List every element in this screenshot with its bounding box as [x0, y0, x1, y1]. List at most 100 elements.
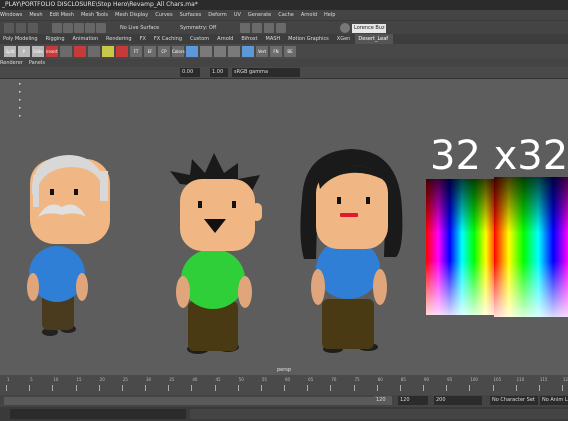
- time-tick-label: 85: [400, 377, 406, 382]
- character-long-hair-girl[interactable]: [300, 149, 403, 353]
- texture-label: 32 x32: [430, 133, 568, 179]
- color-space-dropdown[interactable]: sRGB gamma: [232, 68, 300, 77]
- shelf-button[interactable]: [228, 46, 240, 57]
- shelf-button-label: FN: [273, 49, 279, 54]
- time-tick: [121, 385, 123, 391]
- menu-item[interactable]: Mesh: [29, 12, 42, 18]
- menu-item[interactable]: Cache: [278, 12, 294, 18]
- range-end-field[interactable]: 120: [398, 396, 428, 405]
- time-tick: [284, 385, 285, 391]
- shelf-tab[interactable]: Desert_Leaf: [355, 34, 394, 44]
- snap-view-icon[interactable]: [85, 23, 95, 33]
- color-texture-plane[interactable]: [426, 177, 568, 317]
- shelf-tab[interactable]: Rendering: [103, 34, 137, 44]
- time-tick: [237, 385, 239, 391]
- time-tick-label: 5: [30, 377, 33, 382]
- menu-item[interactable]: Help: [324, 12, 335, 18]
- render-icon[interactable]: [240, 23, 250, 33]
- menu-item[interactable]: Deform: [208, 12, 227, 18]
- time-tick-label: 80: [377, 377, 383, 382]
- anim-layer-dropdown[interactable]: No Anim Layer: [540, 396, 568, 405]
- menu-item[interactable]: Edit Mesh: [50, 12, 74, 18]
- shelf-tab[interactable]: Custom: [187, 34, 214, 44]
- time-tick: [214, 385, 216, 391]
- time-tick-label: 1: [7, 377, 10, 382]
- panel-menu-item[interactable]: Renderer: [0, 60, 23, 66]
- menu-item[interactable]: Mesh Display: [115, 12, 148, 18]
- camera-label: persp: [277, 367, 291, 373]
- snap-surface-icon[interactable]: [96, 23, 106, 33]
- user-account-field[interactable]: Lorence Buz: [352, 24, 386, 33]
- snap-point-icon[interactable]: [74, 23, 84, 33]
- shelf-button[interactable]: [60, 46, 72, 57]
- window-title: _PLAY\PORTFOLIO DISCLOSURE\Stop Hero\Rev…: [2, 1, 198, 8]
- symmetry-dropdown[interactable]: Symmetry: Off: [178, 24, 223, 33]
- menu-item[interactable]: Windows: [0, 12, 22, 18]
- time-tick: [260, 385, 262, 391]
- menu-item[interactable]: Curves: [155, 12, 172, 18]
- shelf-button-label: Slide: [33, 49, 43, 54]
- menu-item[interactable]: Arnold: [301, 12, 317, 18]
- shelf-button-label: Split: [5, 49, 15, 54]
- hypershade-icon[interactable]: [276, 23, 286, 33]
- time-tick-label: 120: [563, 377, 568, 382]
- time-tick: [538, 385, 540, 391]
- shelf-button[interactable]: [242, 46, 254, 57]
- shelf-button[interactable]: [74, 46, 86, 57]
- exposure-field[interactable]: 0.00: [180, 68, 200, 77]
- menu-item[interactable]: Generate: [248, 12, 271, 18]
- render-settings-icon[interactable]: [264, 23, 274, 33]
- snap-curve-icon[interactable]: [63, 23, 73, 33]
- menu-item[interactable]: Mesh Tools: [81, 12, 108, 18]
- shelf-button[interactable]: [214, 46, 226, 57]
- time-tick-label: 55: [261, 377, 267, 382]
- time-tick: [98, 385, 100, 391]
- gamma-field[interactable]: 1.00: [210, 68, 228, 77]
- time-tick-label: 20: [99, 377, 105, 382]
- shelf-button-label: P: [22, 49, 26, 54]
- time-tick-label: 115: [539, 377, 548, 382]
- time-tick: [52, 385, 54, 391]
- shelf-button[interactable]: [116, 46, 128, 57]
- range-slider-track[interactable]: [4, 397, 374, 405]
- shelf-tab[interactable]: Motion Graphics: [285, 34, 334, 44]
- shelf-tab[interactable]: Animation: [70, 34, 104, 44]
- viewport-persp[interactable]: 32 x32 persp: [0, 79, 568, 375]
- shelf-tab[interactable]: Poly Modeling: [0, 34, 43, 44]
- time-tick-label: 50: [238, 377, 244, 382]
- select-tool-icon[interactable]: [4, 23, 14, 33]
- status-line: No Live Surface Symmetry: Off Lorence Bu…: [0, 20, 568, 34]
- shelf-button-label: BE: [287, 49, 293, 54]
- lasso-tool-icon[interactable]: [16, 23, 26, 33]
- character-set-dropdown[interactable]: No Character Set: [490, 396, 538, 405]
- character-old-man[interactable]: [27, 155, 110, 336]
- menu-item[interactable]: UV: [234, 12, 241, 18]
- character-spiky-boy[interactable]: [170, 153, 262, 354]
- ipr-render-icon[interactable]: [252, 23, 262, 33]
- panel-menu-item[interactable]: Panels: [29, 60, 45, 66]
- time-tick-label: 105: [493, 377, 502, 382]
- shelf-button[interactable]: [200, 46, 212, 57]
- range-start-field[interactable]: 120: [374, 396, 392, 405]
- shelf-button[interactable]: [102, 46, 114, 57]
- spiky-boy-shirt: [181, 249, 245, 309]
- shelf-button-label: FT: [133, 49, 139, 54]
- snap-grid-icon[interactable]: [52, 23, 62, 33]
- shelf-tab[interactable]: Arnold: [214, 34, 238, 44]
- time-slider[interactable]: 1 5 10 15 20 25 30 35 40 45 50 55 60 65 70 75 80 85 90 95 10…: [0, 375, 568, 395]
- time-tick-label: 60: [285, 377, 291, 382]
- shelf-tabs: Poly Modeling Rigging Animation Rendering FX…: [0, 34, 568, 44]
- menu-item[interactable]: Surfaces: [180, 12, 202, 18]
- shelf-button[interactable]: [88, 46, 100, 57]
- shelf-tab[interactable]: FX: [137, 34, 151, 44]
- playback-end-field[interactable]: 200: [434, 396, 482, 405]
- shelf-tab[interactable]: XGen: [334, 34, 356, 44]
- shelf-tab[interactable]: Rigging: [43, 34, 70, 44]
- mel-input[interactable]: [10, 409, 186, 419]
- shelf-tab[interactable]: Bifrost: [238, 34, 262, 44]
- shelf-tab[interactable]: FX Caching: [151, 34, 187, 44]
- live-surface-field[interactable]: No Live Surface: [118, 24, 168, 33]
- shelf-tab[interactable]: MASH: [263, 34, 286, 44]
- shelf-button[interactable]: [186, 46, 198, 57]
- paint-select-icon[interactable]: [28, 23, 38, 33]
